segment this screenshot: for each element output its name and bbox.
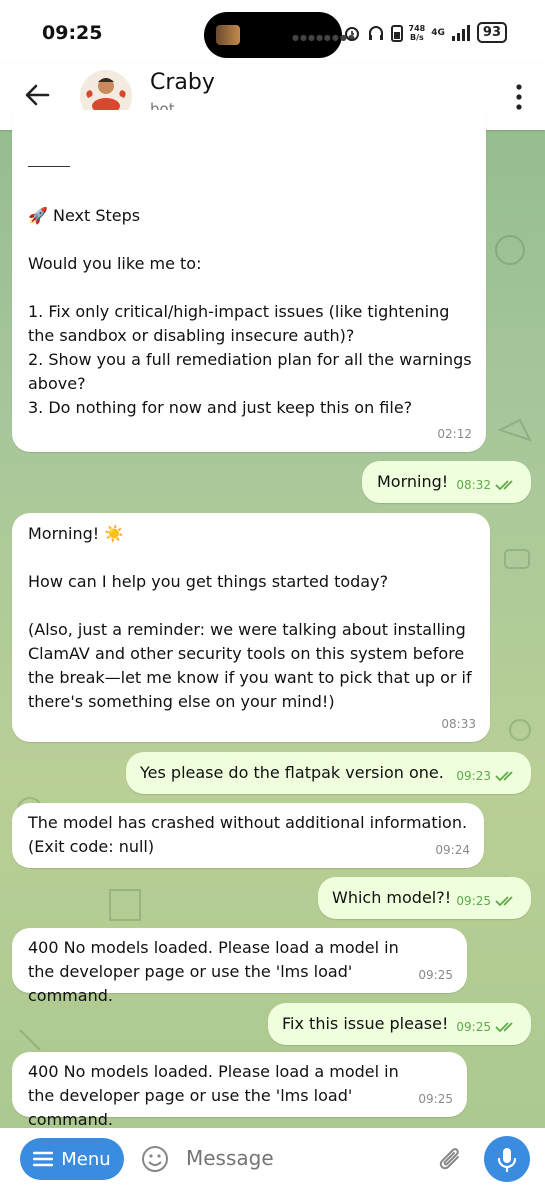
back-arrow-icon[interactable] (20, 78, 54, 112)
read-checkmarks-icon (495, 480, 513, 491)
message-time: 09:24 (435, 843, 470, 857)
message-meta: 09:25 (418, 963, 453, 987)
message-time: 09:25 (456, 1020, 491, 1034)
status-icons: 748 B/s 4G 93 (343, 22, 507, 43)
message-meta: 09:23 (456, 764, 517, 788)
battery-indicator: 93 (476, 22, 507, 43)
message-time: 09:23 (456, 769, 491, 783)
menu-label: Menu (61, 1148, 111, 1170)
message-text: Morning! ☀️ How can I help you get thing… (28, 524, 472, 711)
message-text: 400 No models loaded. Please load a mode… (28, 938, 399, 1005)
headphones-icon (368, 25, 383, 40)
separator-line (28, 166, 70, 167)
attachment-icon[interactable] (436, 1144, 466, 1176)
message-meta: 09:25 (456, 889, 517, 913)
chat-title: Craby (150, 70, 215, 95)
message-text: 🚀 Next Steps Would you like me to: 1. Fi… (28, 206, 472, 417)
message-bubble-incoming[interactable]: 🚀 Next Steps Would you like me to: 1. Fi… (12, 110, 486, 452)
more-options-icon[interactable] (513, 82, 525, 112)
message-text: Which model?! (332, 888, 452, 907)
headphone-battery-icon (390, 24, 403, 42)
network-type: 4G (431, 27, 445, 38)
message-meta: 09:25 (456, 1015, 517, 1039)
message-bubble-incoming[interactable]: The model has crashed without additional… (12, 803, 484, 868)
status-bar: 09:25 ●●●●●●●● 748 B/s 4G 93 (0, 0, 545, 64)
message-meta: 02:12 (437, 422, 472, 446)
message-input-bar: Menu (0, 1128, 545, 1200)
alarm-icon (344, 26, 359, 41)
microphone-icon (497, 1148, 517, 1173)
emoji-icon[interactable] (140, 1144, 170, 1174)
voice-message-button[interactable] (484, 1136, 530, 1182)
message-text: The model has crashed without additional… (28, 813, 468, 856)
read-checkmarks-icon (495, 896, 513, 907)
message-bubble-incoming[interactable]: 400 No models loaded. Please load a mode… (12, 928, 467, 1005)
read-checkmarks-icon (495, 1022, 513, 1033)
media-thumbnail (216, 25, 240, 45)
message-input[interactable] (186, 1146, 406, 1170)
message-bubble-incoming[interactable]: 400 No models loaded. Please load a mode… (12, 1052, 467, 1129)
signal-icon (451, 24, 470, 41)
hamburger-icon (33, 1151, 54, 1167)
message-bubble-outgoing[interactable]: Morning! 08:32 (362, 461, 531, 503)
message-time: 09:25 (456, 894, 491, 908)
message-meta: 08:33 (441, 712, 476, 736)
bot-menu-button[interactable]: Menu (20, 1138, 124, 1180)
message-bubble-outgoing[interactable]: Yes please do the flatpak version one. 0… (126, 752, 531, 794)
message-time: 08:33 (441, 717, 476, 731)
message-bubble-outgoing[interactable]: Fix this issue please! 09:25 (268, 1003, 531, 1045)
status-time: 09:25 (42, 22, 103, 44)
message-text: Morning! (377, 472, 449, 491)
message-text: Yes please do the flatpak version one. (140, 763, 444, 782)
message-bubble-outgoing[interactable]: Which model?! 09:25 (318, 877, 531, 919)
message-meta: 09:25 (418, 1087, 453, 1111)
message-time: 02:12 (437, 427, 472, 441)
read-checkmarks-icon (495, 771, 513, 782)
message-time: 09:25 (418, 968, 453, 982)
dynamic-island: ●●●●●●●● (204, 12, 355, 58)
message-text: 400 No models loaded. Please load a mode… (28, 1062, 399, 1129)
network-speed: 748 B/s (408, 23, 426, 42)
message-bubble-incoming[interactable]: Morning! ☀️ How can I help you get thing… (12, 513, 490, 742)
message-text: Fix this issue please! (282, 1014, 449, 1033)
message-time: 09:25 (418, 1092, 453, 1106)
message-meta: 09:24 (435, 838, 470, 862)
message-time: 08:32 (456, 478, 491, 492)
message-meta: 08:32 (456, 473, 517, 497)
